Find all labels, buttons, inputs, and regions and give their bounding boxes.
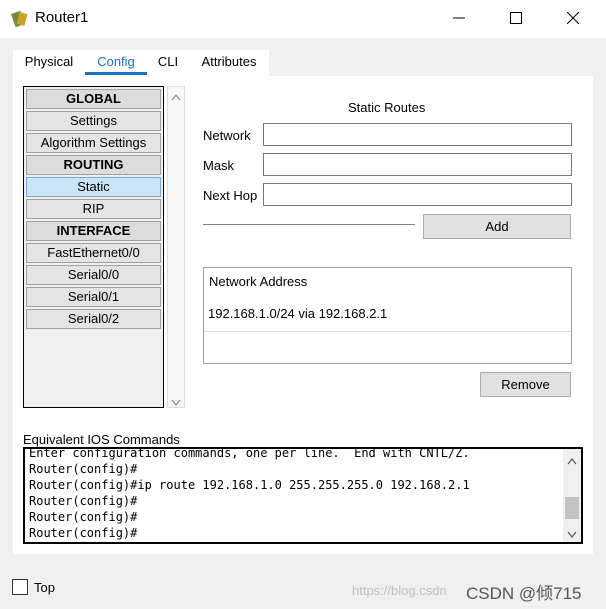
routes-table-header: Network Address <box>209 274 308 289</box>
static-routes-title: Static Routes <box>348 100 426 115</box>
sidebar-header-global: GLOBAL <box>26 89 161 109</box>
next-hop-label: Next Hop <box>203 188 258 203</box>
top-checkbox-label: Top <box>34 580 55 595</box>
ios-commands-console[interactable]: Enter configuration commands, one per li… <box>23 447 583 544</box>
close-icon <box>566 11 580 27</box>
sidebar-header-routing: ROUTING <box>26 155 161 175</box>
scroll-up-icon[interactable] <box>567 453 577 468</box>
scroll-up-icon[interactable] <box>171 89 181 104</box>
sidebar-item-serial0-1[interactable]: Serial0/1 <box>26 287 161 307</box>
window-title: Router1 <box>35 9 89 26</box>
next-hop-input[interactable] <box>263 183 572 206</box>
watermark-url: https://blog.csdn <box>352 583 447 598</box>
maximize-button[interactable] <box>493 0 539 38</box>
table-row[interactable]: 192.168.1.0/24 via 192.168.2.1 <box>208 306 387 321</box>
sidebar-item-serial0-0[interactable]: Serial0/0 <box>26 265 161 285</box>
network-input[interactable] <box>263 123 572 146</box>
router-icon <box>10 9 30 29</box>
maximize-icon <box>510 11 522 27</box>
minimize-button[interactable] <box>436 0 482 38</box>
scroll-down-icon[interactable] <box>567 527 577 542</box>
ios-commands-label: Equivalent IOS Commands <box>23 432 180 447</box>
sidebar-item-rip[interactable]: RIP <box>26 199 161 219</box>
add-button[interactable]: Add <box>423 214 571 239</box>
sidebar-item-static[interactable]: Static <box>26 177 161 197</box>
console-scroll-thumb[interactable] <box>565 497 579 519</box>
top-checkbox[interactable] <box>12 579 28 595</box>
remove-button[interactable]: Remove <box>480 372 571 397</box>
tab-attributes[interactable]: Attributes <box>189 50 269 76</box>
mask-label: Mask <box>203 158 235 173</box>
routes-table: Network Address 192.168.1.0/24 via 192.1… <box>203 267 572 364</box>
sidebar-item-settings[interactable]: Settings <box>26 111 161 131</box>
title-bar: Router1 <box>0 0 606 38</box>
tab-physical[interactable]: Physical <box>13 50 85 76</box>
console-line: Router(config)# <box>29 462 138 476</box>
sidebar-item-serial0-2[interactable]: Serial0/2 <box>26 309 161 329</box>
console-scrollbar[interactable] <box>563 449 581 542</box>
sidebar-item-fastethernet0-0[interactable]: FastEthernet0/0 <box>26 243 161 263</box>
console-line: Router(config)# <box>29 494 138 508</box>
config-panel: GLOBAL Settings Algorithm Settings ROUTI… <box>13 76 593 554</box>
console-line: Router(config)#ip route 192.168.1.0 255.… <box>29 478 470 492</box>
console-line: Router(config)# <box>29 526 138 540</box>
console-line: Router(config)# <box>29 510 138 524</box>
sidebar-item-algorithm-settings[interactable]: Algorithm Settings <box>26 133 161 153</box>
console-line: Enter configuration commands, one per li… <box>29 447 470 460</box>
mask-input[interactable] <box>263 153 572 176</box>
routes-table-separator <box>204 331 571 332</box>
network-label: Network <box>203 128 251 143</box>
watermark: CSDN @倾715 <box>466 584 582 603</box>
close-button[interactable] <box>550 0 596 38</box>
config-sidebar: GLOBAL Settings Algorithm Settings ROUTI… <box>23 86 164 408</box>
minimize-icon <box>453 12 465 27</box>
scroll-down-icon[interactable] <box>171 395 181 410</box>
form-divider <box>203 224 415 225</box>
tab-cli[interactable]: CLI <box>147 50 189 76</box>
active-tab-indicator <box>85 72 147 75</box>
sidebar-scrollbar[interactable] <box>167 86 185 408</box>
sidebar-header-interface: INTERFACE <box>26 221 161 241</box>
